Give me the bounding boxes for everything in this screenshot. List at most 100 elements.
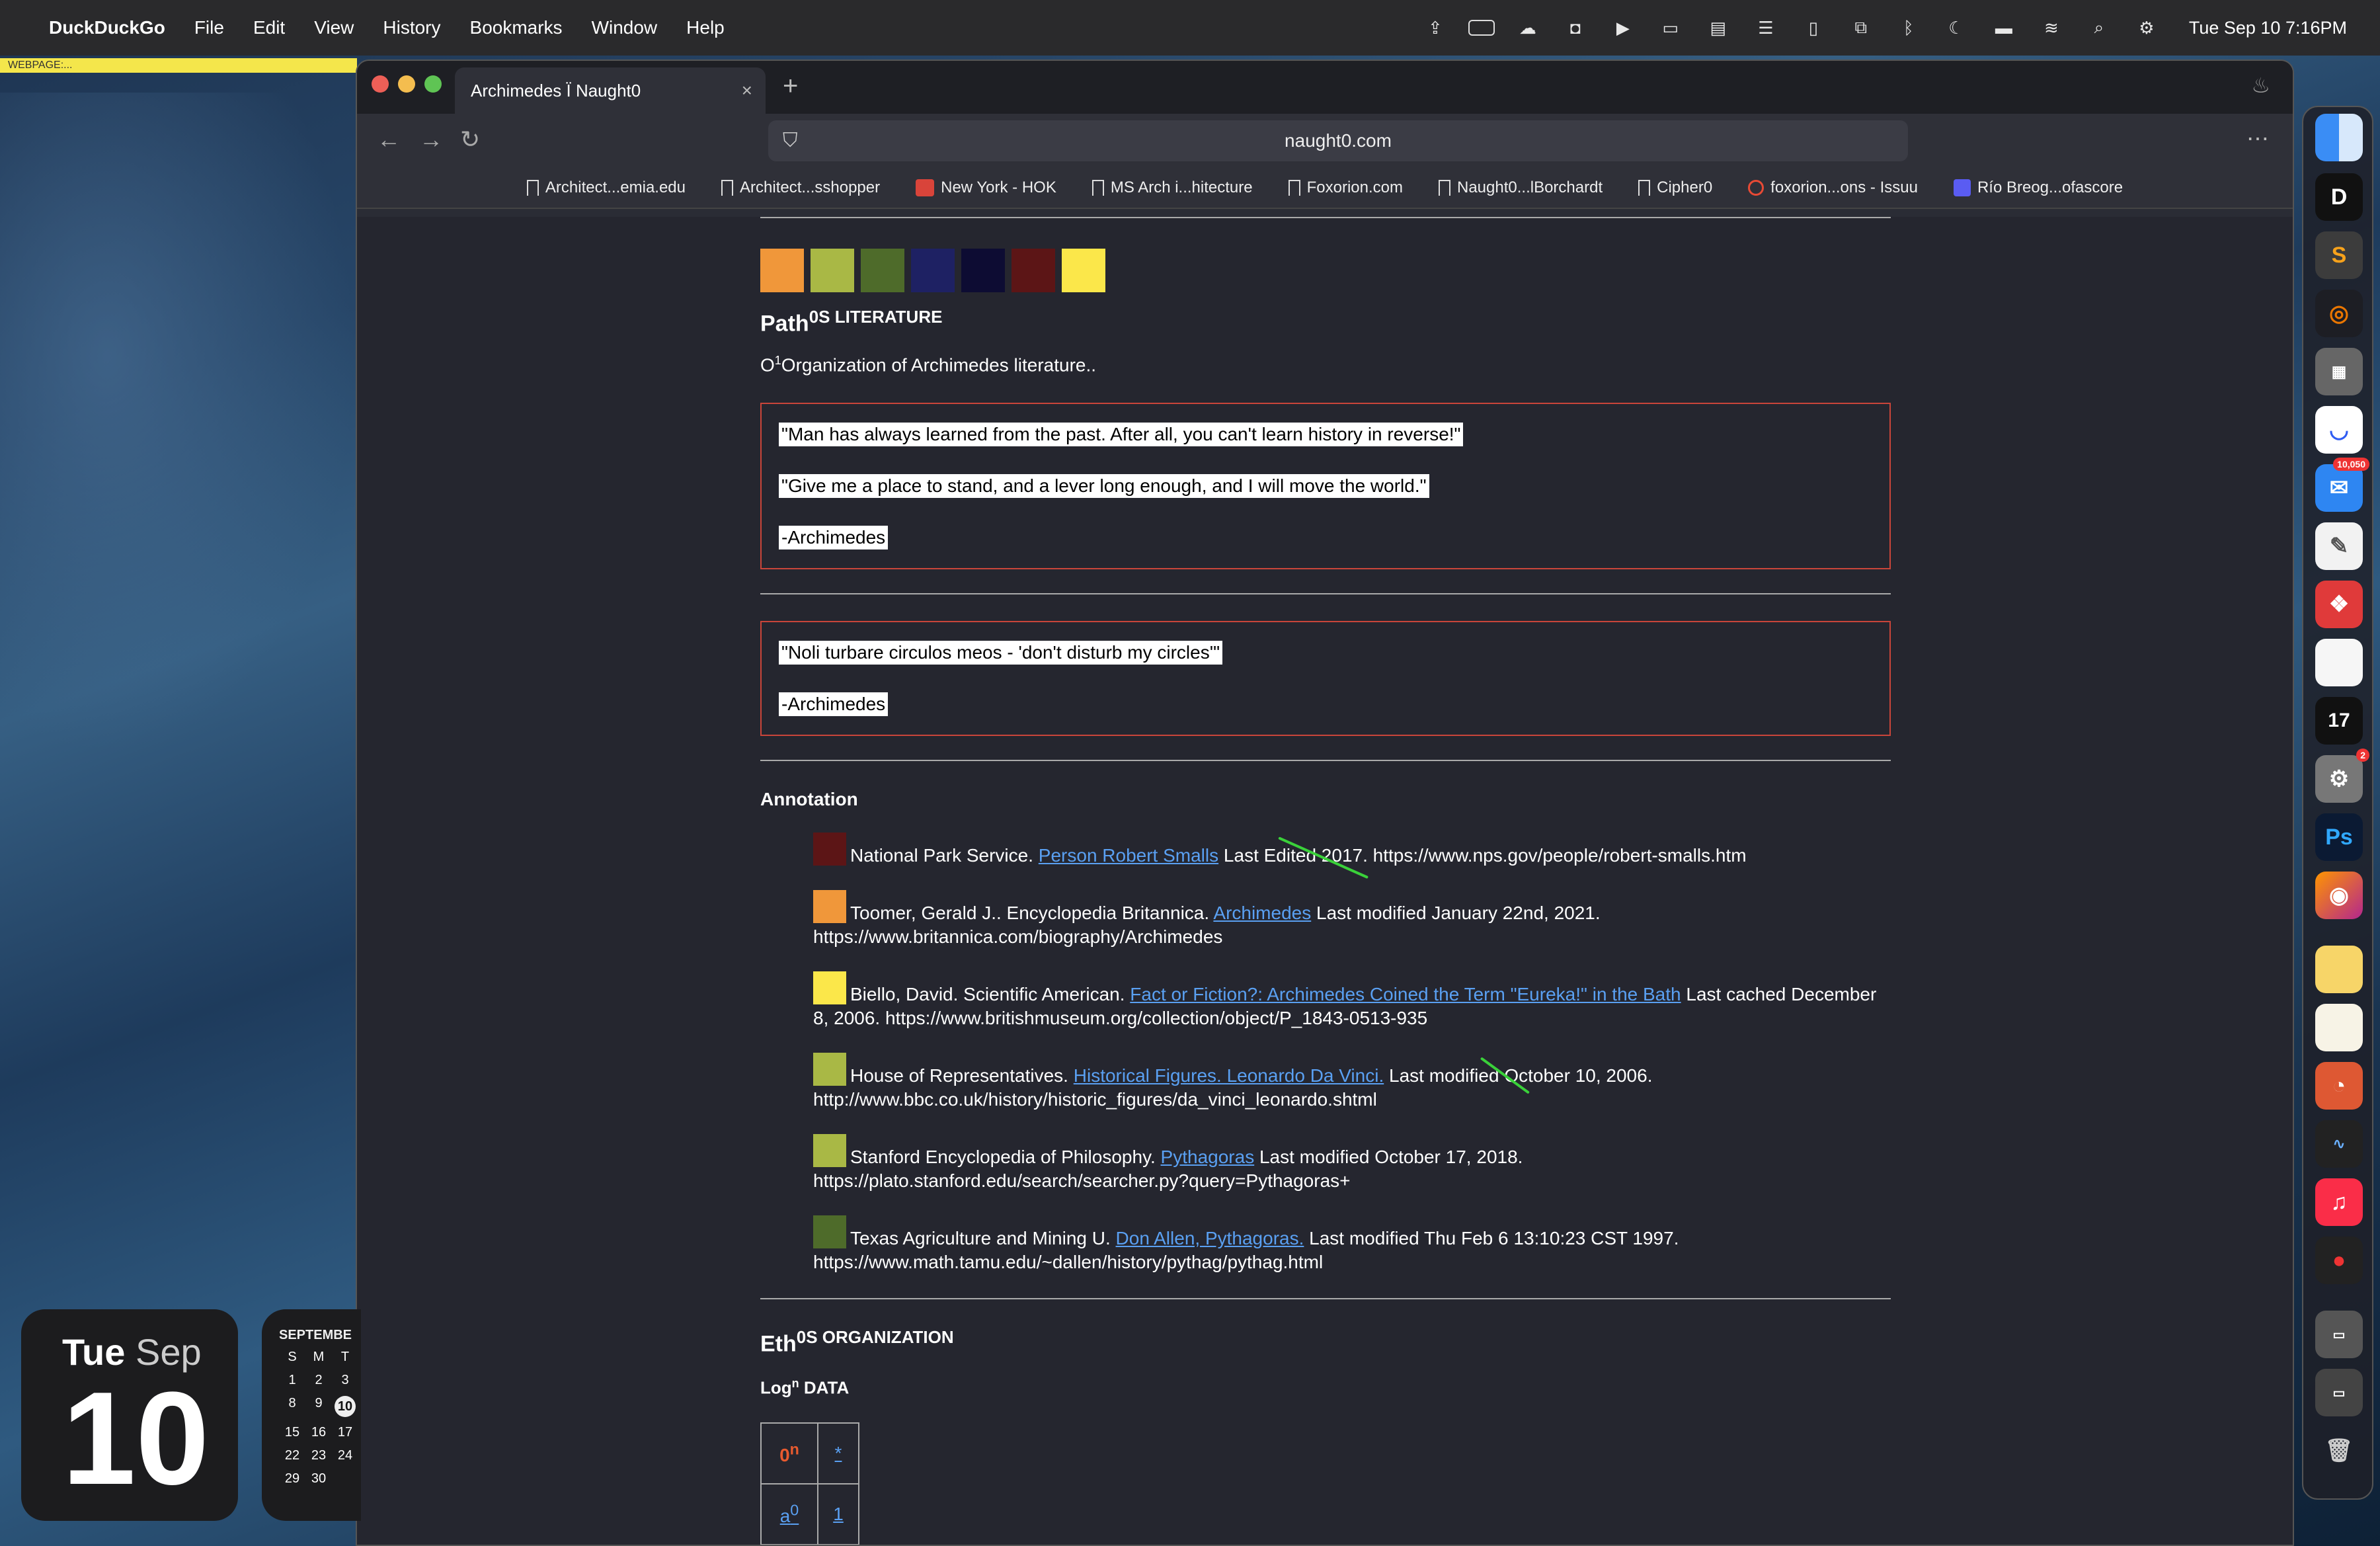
fire-button-icon[interactable]: ♨ bbox=[2251, 73, 2270, 98]
menu-help[interactable]: Help bbox=[686, 17, 725, 38]
calendar-day: 22 bbox=[284, 1448, 300, 1463]
bookmark-label: Architect...emia.edu bbox=[545, 179, 686, 196]
finder-icon[interactable] bbox=[2315, 114, 2363, 161]
close-window-button[interactable] bbox=[372, 75, 389, 93]
photoshop-icon[interactable]: Ps bbox=[2315, 813, 2363, 861]
battery-icon[interactable]: ▬ bbox=[1989, 18, 2018, 38]
calendar-weekday: M bbox=[313, 1350, 325, 1364]
search-icon[interactable]: ⌕ bbox=[2084, 17, 2114, 38]
mail-icon[interactable]: ✉ 10,050 bbox=[2315, 458, 2369, 512]
menu-edit[interactable]: Edit bbox=[253, 17, 285, 38]
window-preview-icon[interactable]: ▭ bbox=[2315, 1369, 2363, 1416]
cell-link[interactable]: * bbox=[835, 1443, 842, 1463]
reference-link[interactable]: Don Allen, Pythagoras. bbox=[1116, 1228, 1304, 1248]
trash-icon[interactable]: 🗑 bbox=[2315, 1427, 2363, 1475]
system-settings-icon[interactable]: ⚙ 2 bbox=[2315, 749, 2369, 803]
bookmark-item[interactable]: Foxorion.com bbox=[1288, 179, 1403, 197]
bookmark-item[interactable]: Naught0...lBorchardt bbox=[1439, 179, 1603, 197]
display-icon[interactable]: ▭ bbox=[1656, 18, 1685, 38]
zoom-window-button[interactable] bbox=[424, 75, 442, 93]
reference-link[interactable]: Historical Figures. Leonardo Da Vinci. bbox=[1074, 1065, 1384, 1086]
tradingview-icon[interactable]: 17 bbox=[2315, 697, 2363, 745]
close-tab-icon[interactable]: × bbox=[742, 80, 752, 101]
moon-icon[interactable]: ☾ bbox=[1942, 18, 1971, 38]
menu-view[interactable]: View bbox=[314, 17, 354, 38]
divider bbox=[760, 592, 1891, 594]
dropbox-icon[interactable]: ⇪ bbox=[1421, 18, 1450, 38]
window-preview-icon[interactable]: ▭ bbox=[2315, 1311, 2363, 1358]
cell-link[interactable]: 1 bbox=[833, 1504, 844, 1524]
duckduckgo-icon[interactable]: ◔ bbox=[2315, 1062, 2363, 1110]
stack-icon[interactable]: ☰ bbox=[1751, 18, 1780, 38]
annotation-heading: Annotation bbox=[760, 788, 858, 809]
reference-link[interactable]: Archimedes bbox=[1213, 903, 1311, 923]
screens-icon[interactable]: ⧉ bbox=[1846, 17, 1876, 38]
settings-badge: 2 bbox=[2356, 749, 2369, 762]
reference-link[interactable]: Fact or Fiction?: Archimedes Coined the … bbox=[1130, 984, 1681, 1004]
firefox-icon[interactable]: ◉ bbox=[2315, 872, 2363, 919]
pocket-icon[interactable]: ◘ bbox=[1561, 18, 1590, 38]
calendar-widget[interactable]: SEPTEMBE S M T 1 2 3 8 9 10 15 16 17 22 … bbox=[262, 1309, 361, 1521]
address-bar[interactable]: ⛉ naught0.com bbox=[768, 120, 1908, 161]
cell-link[interactable]: a0 bbox=[780, 1501, 799, 1526]
calendar-day: 2 bbox=[315, 1373, 323, 1387]
calendar-today: 10 bbox=[335, 1396, 356, 1417]
menu-file[interactable]: File bbox=[194, 17, 224, 38]
bookmark-item[interactable]: New York - HOK bbox=[916, 179, 1056, 197]
privacy-shield-icon[interactable]: ⛉ bbox=[783, 130, 798, 152]
bookmark-icon bbox=[526, 180, 539, 196]
bluetooth-icon[interactable]: ᛒ bbox=[1894, 18, 1923, 38]
reload-icon[interactable]: ↻ bbox=[460, 126, 480, 153]
activity-monitor-icon[interactable]: ∿ bbox=[2315, 1120, 2363, 1168]
new-tab-button[interactable]: + bbox=[783, 71, 798, 101]
bookmark-item[interactable]: MS Arch i...hitecture bbox=[1091, 179, 1253, 197]
music-icon[interactable]: ♫ bbox=[2315, 1178, 2363, 1226]
back-arrow-icon[interactable]: ← bbox=[377, 126, 401, 153]
menu-app-name[interactable]: DuckDuckGo bbox=[49, 17, 165, 38]
scanner-icon[interactable]: ▤ bbox=[1704, 18, 1733, 38]
mail-client-icon[interactable]: ◡ bbox=[2315, 406, 2363, 454]
menu-bookmarks[interactable]: Bookmarks bbox=[470, 17, 563, 38]
wd-drive-icon[interactable] bbox=[1468, 20, 1495, 36]
screen-recorder-icon[interactable]: ● bbox=[2315, 1237, 2363, 1284]
stickies-icon[interactable] bbox=[2315, 946, 2363, 993]
notes-icon[interactable] bbox=[2315, 1004, 2363, 1051]
menu-clock[interactable]: Tue Sep 10 7:16PM bbox=[2189, 18, 2347, 38]
date-widget[interactable]: Tue Sep 10 bbox=[21, 1309, 238, 1521]
cloud-sync-icon[interactable]: ☁ bbox=[1513, 18, 1542, 38]
menu-history[interactable]: History bbox=[383, 17, 440, 38]
menu-window[interactable]: Window bbox=[592, 17, 658, 38]
bookmark-icon bbox=[1288, 180, 1300, 196]
reference-item: Texas Agriculture and Mining U. Don Alle… bbox=[813, 1215, 1891, 1274]
minimize-window-button[interactable] bbox=[398, 75, 415, 93]
dash-app-icon[interactable]: D bbox=[2315, 173, 2363, 221]
reference-color-square bbox=[813, 889, 846, 923]
swatch bbox=[861, 249, 904, 292]
video-camera-icon[interactable]: ▶ bbox=[1608, 18, 1638, 38]
calendar-day: 15 bbox=[284, 1425, 300, 1440]
launchpad-icon[interactable]: ▦ bbox=[2315, 348, 2363, 395]
textedit-icon[interactable]: ✎ bbox=[2315, 522, 2363, 570]
window-icon[interactable]: ▯ bbox=[1799, 18, 1828, 38]
acrobat-icon[interactable]: ❖ bbox=[2315, 581, 2363, 628]
reference-list: National Park Service. Person Robert Sma… bbox=[760, 832, 1891, 1274]
bookmark-item[interactable]: foxorion...ons - Issuu bbox=[1748, 179, 1918, 197]
heading-text: Eth bbox=[760, 1330, 797, 1356]
bookmark-item[interactable]: Río Breog...ofascore bbox=[1953, 179, 2123, 197]
bookmark-item[interactable]: Cipher0 bbox=[1638, 179, 1712, 197]
notes-blank-icon[interactable] bbox=[2315, 639, 2363, 686]
wallpaper-mountain bbox=[0, 93, 357, 754]
bookmark-label: Cipher0 bbox=[1657, 179, 1713, 196]
bookmark-item[interactable]: Architect...sshopper bbox=[721, 179, 880, 197]
reference-link[interactable]: Person Robert Smalls bbox=[1039, 845, 1218, 866]
control-center-icon[interactable]: ⚙ bbox=[2132, 18, 2161, 38]
wifi-icon[interactable]: ≋ bbox=[2037, 18, 2066, 38]
reference-link[interactable]: Pythagoras bbox=[1161, 1147, 1255, 1167]
sublime-text-icon[interactable]: S bbox=[2315, 231, 2363, 279]
calendar-day bbox=[332, 1471, 358, 1486]
more-menu-icon[interactable]: ⋯ bbox=[2246, 126, 2269, 152]
blender-icon[interactable]: ◎ bbox=[2315, 290, 2363, 337]
tab-archimedes[interactable]: Archimedes Ï Naught0 × bbox=[455, 67, 766, 114]
bookmark-item[interactable]: Architect...emia.edu bbox=[526, 179, 686, 197]
forward-arrow-icon[interactable]: → bbox=[419, 126, 443, 153]
